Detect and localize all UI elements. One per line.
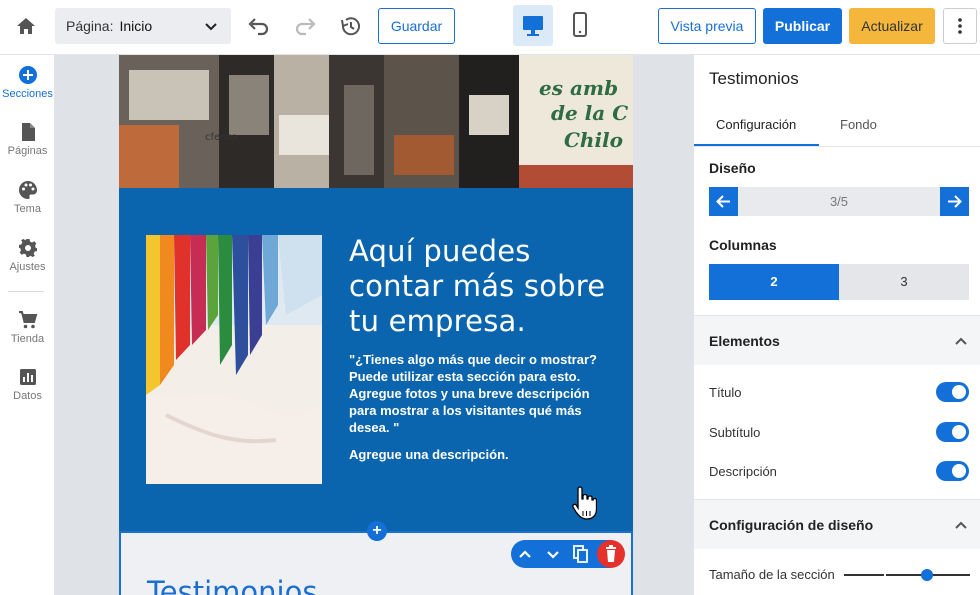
toggle-row-titulo: Título (709, 382, 969, 404)
panel-title: Testimonios (709, 69, 799, 88)
subtitle-toggle[interactable] (936, 422, 969, 442)
photo-text-2: de la C (551, 101, 628, 125)
section-size-slider[interactable] (844, 574, 970, 576)
design-value: 3/5 (829, 194, 849, 209)
design-stepper: 3/5 (709, 187, 969, 216)
sidebar-item-datos[interactable]: Datos (0, 367, 55, 402)
toggle-label-subtitulo: Subtítulo (709, 425, 761, 440)
toggle-label-descripcion: Descripción (709, 464, 777, 479)
sidebar-item-secciones[interactable]: Secciones (0, 65, 55, 100)
sidebar-item-label: Tienda (10, 333, 45, 345)
mobile-view-icon[interactable] (566, 10, 594, 40)
section-toolbar (511, 540, 625, 568)
elements-section-header[interactable]: Elementos (694, 315, 980, 365)
testimonials-title[interactable]: Testimonios (147, 575, 317, 595)
top-toolbar: Página: Inicio Guardar Vista previa Publ… (0, 0, 980, 55)
chevron-up-icon (955, 521, 967, 529)
gear-icon (18, 239, 37, 257)
svg-text:cfensa: cfensa (205, 132, 238, 143)
sidebar-item-label: Ajustes (9, 261, 46, 273)
paint-image (146, 235, 322, 484)
tab-configuracion[interactable]: Configuración (716, 117, 796, 132)
undo-icon[interactable] (246, 13, 272, 39)
delete-section-button[interactable] (597, 540, 625, 568)
description-toggle[interactable] (936, 461, 969, 481)
hero-photo: cfensa es amb de la C Chilo (119, 55, 633, 188)
chevron-down-icon[interactable] (543, 544, 563, 564)
columns-option-2[interactable]: 2 (709, 264, 839, 300)
add-section-button[interactable]: + (367, 521, 387, 541)
about-description[interactable]: Agregue una descripción. (349, 446, 599, 463)
about-title[interactable]: Aquí puedes contar más sobre tu empresa. (349, 234, 619, 339)
design-prev-button[interactable] (709, 187, 738, 216)
redo-icon[interactable] (292, 13, 318, 39)
chevron-down-icon (205, 23, 217, 31)
sidebar-divider (8, 291, 44, 292)
sidebar-item-tema[interactable]: Tema (0, 180, 55, 215)
layout-section-header[interactable]: Configuración de diseño (694, 499, 980, 549)
arrow-right-icon (948, 195, 962, 208)
section-size-label: Tamaño de la sección (709, 567, 835, 582)
sidebar-item-tienda[interactable]: Tienda (0, 310, 55, 345)
sidebar-item-label: Datos (13, 390, 42, 402)
sidebar-item-label: Secciones (2, 88, 53, 100)
page-select-value: Inicio (119, 18, 153, 34)
chart-icon (19, 369, 36, 385)
save-button[interactable]: Guardar (378, 8, 455, 44)
page-select[interactable]: Página: Inicio (55, 8, 231, 44)
arrow-left-icon (716, 195, 730, 208)
chevron-up-icon[interactable] (515, 544, 535, 564)
posters-image: cfensa es amb de la C Chilo (119, 55, 633, 188)
tab-fondo[interactable]: Fondo (840, 117, 877, 132)
photo-text-3: Chilo (564, 128, 623, 152)
title-toggle[interactable] (936, 382, 969, 402)
more-options-button[interactable] (943, 8, 977, 44)
photo-text-1: es amb (539, 76, 618, 100)
design-label: Diseño (709, 160, 756, 176)
slider-tick (884, 571, 886, 579)
palette-icon (18, 181, 37, 199)
about-section[interactable]: Aquí puedes contar más sobre tu empresa.… (119, 188, 633, 531)
about-quote[interactable]: "¿Tienes algo más que decir o mostrar? P… (349, 351, 599, 436)
layout-label: Configuración de diseño (709, 517, 874, 533)
publish-button[interactable]: Publicar (763, 8, 842, 44)
design-next-button[interactable] (940, 187, 969, 216)
cart-icon (18, 311, 37, 329)
page-select-label: Página: (66, 18, 114, 34)
sidebar-item-ajustes[interactable]: Ajustes (0, 238, 55, 273)
left-sidebar: Secciones Páginas Tema Ajustes Tienda Da… (0, 55, 55, 595)
hand-cursor-icon (572, 486, 597, 520)
desktop-view-button[interactable] (513, 5, 553, 46)
duplicate-icon[interactable] (571, 544, 591, 564)
desktop-icon (523, 16, 543, 36)
elements-label: Elementos (709, 333, 780, 349)
sidebar-item-label: Páginas (7, 145, 48, 157)
sidebar-item-paginas[interactable]: Páginas (0, 122, 55, 157)
columns-label: Columnas (709, 237, 777, 253)
plus-circle-icon (18, 66, 37, 84)
toggle-label-titulo: Título (709, 385, 742, 400)
trash-icon (606, 545, 616, 562)
slider-knob[interactable] (921, 569, 933, 581)
toggle-row-subtitulo: Subtítulo (709, 422, 969, 444)
toggle-row-descripcion: Descripción (709, 461, 969, 483)
columns-option-3[interactable]: 3 (839, 264, 969, 300)
section-size-row: Tamaño de la sección (709, 565, 974, 585)
sidebar-item-label: Tema (14, 203, 41, 215)
update-button[interactable]: Actualizar (849, 8, 935, 44)
page-icon (21, 123, 35, 141)
tabs-divider (694, 146, 980, 147)
chevron-up-icon (955, 337, 967, 345)
home-icon[interactable] (14, 14, 38, 38)
settings-panel: Testimonios Configuración Fondo Diseño 3… (693, 55, 980, 595)
editor-canvas: cfensa es amb de la C Chilo Aquí puedes … (55, 55, 693, 595)
more-vertical-icon (958, 18, 962, 34)
history-icon[interactable] (338, 13, 364, 39)
preview-button[interactable]: Vista previa (658, 8, 756, 44)
